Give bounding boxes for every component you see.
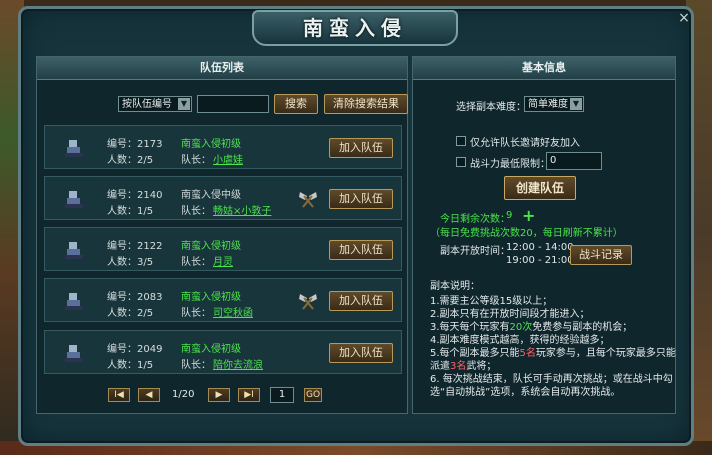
desc-line: 4.副本难度模式越高，获得的经验越多； [430, 335, 610, 346]
desc-highlight: 20次 [509, 322, 533, 333]
join-team-button[interactable]: 加入队伍 [329, 343, 393, 363]
team-id: 编号：2083 [107, 292, 163, 303]
axe-icon [299, 294, 317, 310]
add-attempts-icon[interactable]: + [522, 206, 535, 225]
leader-name-link[interactable]: 司空秋函 [213, 304, 253, 319]
power-limit-label: 战斗力最低限制： [470, 159, 550, 170]
team-dungeon-name: 南蛮入侵初级 [181, 241, 241, 252]
join-team-button[interactable]: 加入队伍 [329, 291, 393, 311]
next-page-button[interactable]: ▶ [208, 388, 230, 402]
search-input[interactable] [197, 95, 269, 113]
leader-label: 队长： [181, 308, 211, 319]
close-icon[interactable]: × [676, 10, 692, 26]
team-dungeon-name: 南蛮入侵初级 [181, 139, 241, 150]
desc-line: 6. 每次挑战结束，队长可手动再次挑战；或在战斗中勾选“自动挑战”选项，系统会自… [430, 374, 673, 398]
leader-label: 队长： [181, 206, 211, 217]
desc-line: 5.每个副本最多只能5名玩家参与，且每个玩家最多只能派遣3名武将； [430, 347, 678, 373]
join-team-button[interactable]: 加入队伍 [329, 189, 393, 209]
basic-info-header: 基本信息 [413, 57, 675, 80]
page-indicator: 1/20 [172, 389, 195, 400]
soldier-icon [65, 293, 83, 310]
filter-select-value: 按队伍编号 [122, 99, 172, 110]
team-count: 人数：2/5 [107, 155, 154, 166]
last-page-button[interactable]: ▶I [238, 388, 260, 402]
team-row[interactable]: 编号：2122 人数：3/5 南蛮入侵初级 队长： 月灵 加入队伍 [44, 227, 402, 271]
team-id: 编号：2122 [107, 241, 163, 252]
dungeon-description: 副本说明： 1.需要主公等级15级以上； 2.副本只有在开放时间段才能进入； 3… [430, 280, 678, 399]
power-limit-input[interactable]: 0 [546, 152, 602, 170]
page-number-input[interactable]: 1 [270, 387, 294, 403]
team-count: 人数：1/5 [107, 360, 154, 371]
join-team-button[interactable]: 加入队伍 [329, 240, 393, 260]
team-row[interactable]: 编号：2173 人数：2/5 南蛮入侵初级 队长： 小虐娃 加入队伍 [44, 125, 402, 169]
axe-icon [299, 192, 317, 208]
team-id: 编号：2173 [107, 139, 163, 150]
leader-label: 队长： [181, 257, 211, 268]
team-dungeon-name: 南蛮入侵初级 [181, 344, 241, 355]
title-plate: 南蛮入侵 [252, 10, 458, 46]
desc-highlight: 5名 [519, 348, 536, 359]
chevron-down-icon: ▼ [570, 98, 582, 110]
first-page-button[interactable]: I◀ [108, 388, 130, 402]
leader-name-link[interactable]: 陪你去流浪 [213, 356, 263, 371]
power-limit-checkbox[interactable] [456, 157, 466, 167]
soldier-icon [65, 191, 83, 208]
leader-name-link[interactable]: 畅姑×小敦子 [213, 202, 271, 217]
prev-page-button[interactable]: ◀ [138, 388, 160, 402]
open-time-label: 副本开放时间： [440, 246, 510, 257]
desc-line: 1.需要主公等级15级以上； [430, 296, 553, 307]
chevron-down-icon: ▼ [178, 98, 190, 110]
remaining-value: 9 [506, 210, 513, 221]
soldier-icon [65, 345, 83, 362]
difficulty-value: 简单难度 [528, 99, 568, 110]
window-title: 南蛮入侵 [303, 16, 407, 40]
soldier-icon [65, 140, 83, 157]
team-dungeon-name: 南蛮入侵中级 [181, 190, 241, 201]
team-row[interactable]: 编号：2140 人数：1/5 南蛮入侵中级 队长： 畅姑×小敦子 加入队伍 [44, 176, 402, 220]
desc-text: 免费参与副本的机会； [532, 322, 633, 333]
team-count: 人数：1/5 [107, 206, 154, 217]
desc-highlight: 3名 [450, 361, 467, 372]
filter-select[interactable]: 按队伍编号 ▼ [118, 96, 192, 112]
desc-line: 3.每天每个玩家有20次免费参与副本的机会； [430, 321, 678, 334]
remaining-label: 今日剩余次数： [440, 214, 510, 225]
desc-text: 武将； [466, 361, 497, 372]
leader-name-link[interactable]: 月灵 [213, 253, 233, 268]
leader-name-link[interactable]: 小虐娃 [213, 151, 243, 166]
team-id: 编号：2140 [107, 190, 163, 201]
desc-line: 2.副本只有在开放时间段才能进入； [430, 309, 590, 320]
go-button[interactable]: GO [304, 388, 322, 402]
remaining-note: （每日免费挑战次数20，每日刷新不累计） [430, 228, 623, 239]
create-team-button[interactable]: 创建队伍 [504, 176, 576, 200]
desc-text: 3.每天每个玩家有 [430, 322, 510, 333]
desc-title: 副本说明： [430, 281, 480, 292]
leader-label: 队长： [181, 360, 211, 371]
desc-text: 5.每个副本最多只能 [430, 348, 520, 359]
team-count: 人数：3/5 [107, 257, 154, 268]
friends-only-checkbox[interactable] [456, 136, 466, 146]
open-time-1: 12:00 - 14:00 [506, 242, 574, 253]
join-team-button[interactable]: 加入队伍 [329, 138, 393, 158]
team-id: 编号：2049 [107, 344, 163, 355]
difficulty-select[interactable]: 简单难度 ▼ [524, 96, 584, 112]
search-button[interactable]: 搜索 [274, 94, 318, 114]
open-time-2: 19:00 - 21:00 [506, 255, 574, 266]
team-dungeon-name: 南蛮入侵初级 [181, 292, 241, 303]
team-row[interactable]: 编号：2049 人数：1/5 南蛮入侵初级 队长： 陪你去流浪 加入队伍 [44, 330, 402, 374]
team-row[interactable]: 编号：2083 人数：2/5 南蛮入侵初级 队长： 司空秋函 加入队伍 [44, 278, 402, 322]
leader-label: 队长： [181, 155, 211, 166]
soldier-icon [65, 242, 83, 259]
battle-log-button[interactable]: 战斗记录 [570, 245, 632, 265]
team-count: 人数：2/5 [107, 308, 154, 319]
difficulty-label: 选择副本难度： [456, 102, 526, 113]
clear-search-button[interactable]: 清除搜索结果 [324, 94, 408, 114]
team-list-header: 队伍列表 [37, 57, 407, 80]
friends-only-label: 仅允许队长邀请好友加入 [470, 138, 580, 149]
